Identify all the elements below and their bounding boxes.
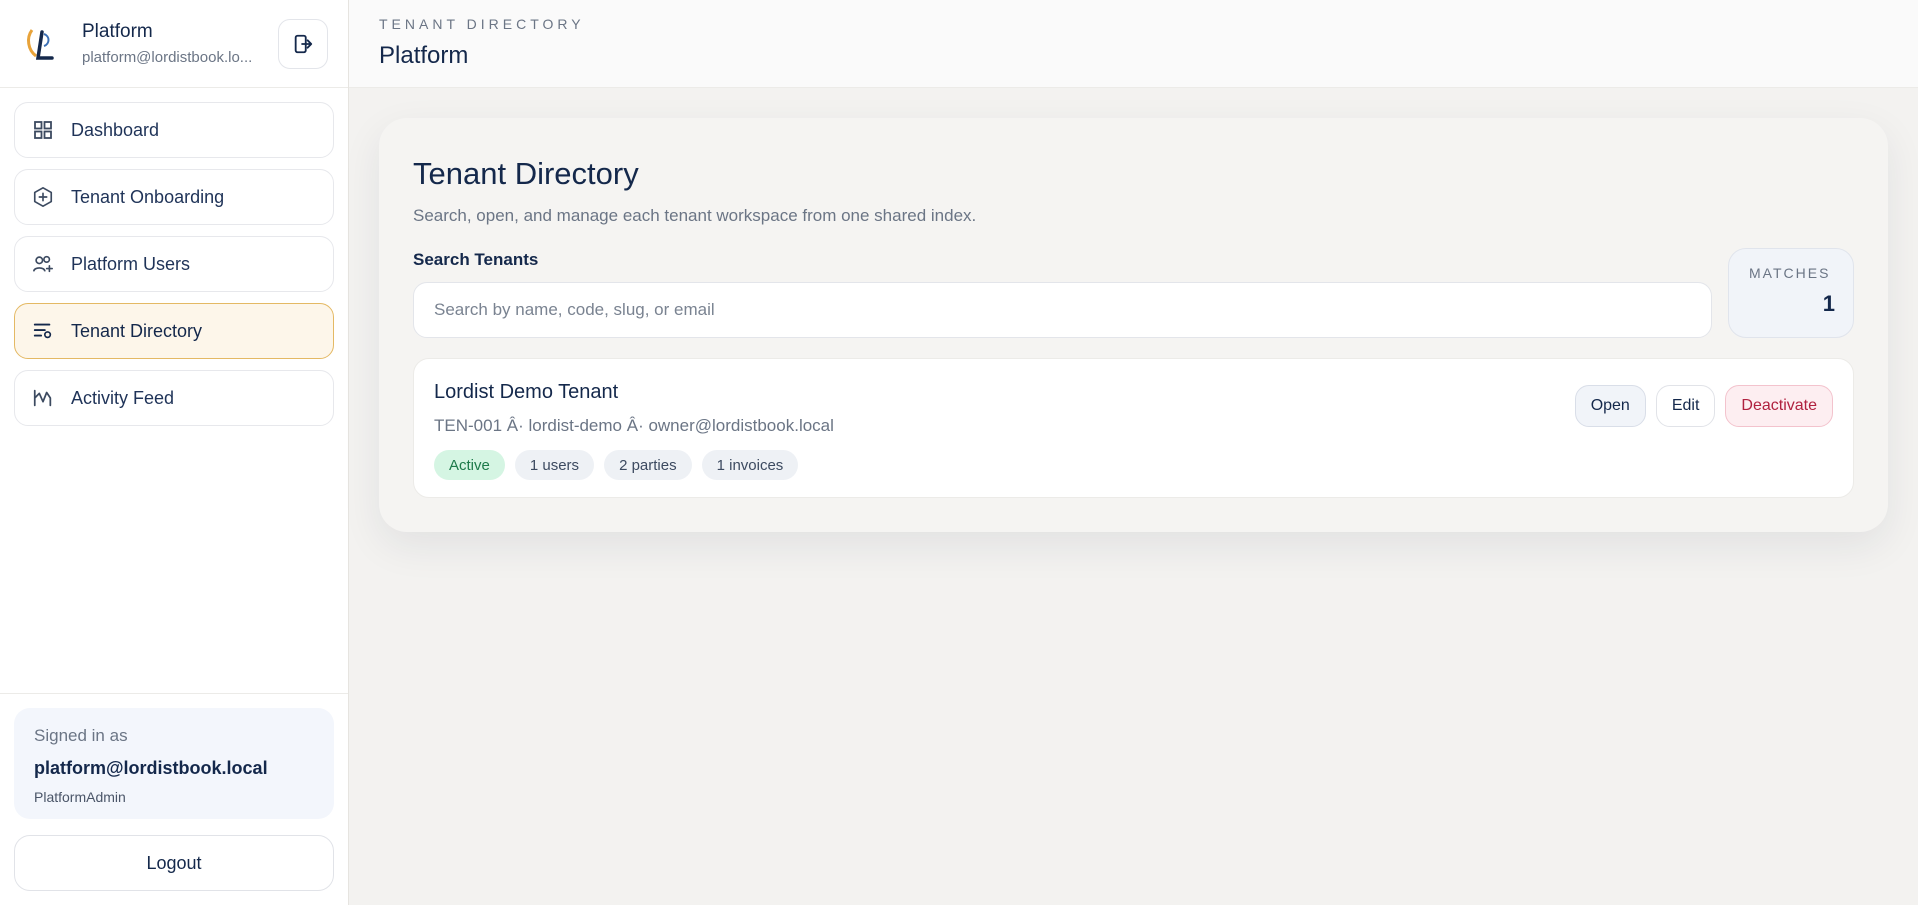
matches-counter: MATCHES 1: [1728, 248, 1854, 338]
sidebar-item-label: Dashboard: [71, 119, 160, 140]
activity-icon: [32, 387, 54, 409]
sidebar-item-label: Tenant Directory: [71, 320, 203, 341]
sidebar-item-platform-users[interactable]: Platform Users: [14, 236, 334, 292]
users-plus-icon: [32, 253, 54, 275]
parties-count-badge: 2 parties: [604, 450, 692, 480]
search-label: Search Tenants: [413, 250, 539, 269]
users-count-badge: 1 users: [514, 450, 595, 480]
signed-in-email: platform@lordistbook.local: [34, 758, 268, 778]
hexagon-plus-icon: [32, 186, 54, 208]
brand-name: Platform: [82, 21, 153, 42]
topbar-title: Platform: [379, 42, 469, 69]
signed-in-label: Signed in as: [34, 726, 128, 745]
tenant-name: Lordist Demo Tenant: [434, 381, 619, 403]
main-area: TENANT DIRECTORY Platform Tenant Directo…: [349, 0, 1918, 905]
topbar: TENANT DIRECTORY Platform: [349, 0, 1918, 88]
search-column: Search Tenants: [413, 250, 1712, 338]
tenant-actions: Open Edit Deactivate: [1574, 385, 1833, 477]
list-filter-icon: [32, 320, 54, 342]
brand-logo-icon: [20, 22, 64, 66]
tenant-meta: TEN-001 Â· lordist-demo Â· owner@lordist…: [434, 416, 834, 435]
tenant-card: Lordist Demo Tenant TEN-001 Â· lordist-d…: [413, 358, 1854, 498]
sidebar-nav: Dashboard Tenant Onboarding Platform Use…: [0, 88, 348, 426]
signed-in-role: PlatformAdmin: [34, 789, 126, 805]
page-subtitle: Search, open, and manage each tenant wor…: [413, 206, 977, 225]
tenant-tags: Active 1 users 2 parties 1 invoices: [434, 450, 1575, 480]
sidebar-item-dashboard[interactable]: Dashboard: [14, 102, 334, 158]
switch-workspace-button[interactable]: [278, 18, 328, 69]
topbar-eyebrow: TENANT DIRECTORY: [379, 16, 585, 32]
brand-email: platform@lordistbook.lo...: [82, 49, 253, 66]
edit-tenant-button[interactable]: Edit: [1655, 385, 1716, 427]
sidebar-item-activity-feed[interactable]: Activity Feed: [14, 370, 334, 426]
app-root: Platform platform@lordistbook.lo... Dash…: [0, 0, 1918, 905]
grid-icon: [32, 119, 54, 141]
tenant-info: Lordist Demo Tenant TEN-001 Â· lordist-d…: [434, 381, 1575, 480]
content: Tenant Directory Search, open, and manag…: [349, 88, 1918, 532]
invoices-count-badge: 1 invoices: [701, 450, 799, 480]
deactivate-tenant-button[interactable]: Deactivate: [1725, 385, 1833, 427]
sidebar-footer: Signed in as platform@lordistbook.local …: [0, 693, 348, 905]
search-row: Search Tenants MATCHES 1: [413, 248, 1854, 338]
tenant-directory-panel: Tenant Directory Search, open, and manag…: [379, 118, 1888, 532]
signed-in-card: Signed in as platform@lordistbook.local …: [14, 708, 334, 819]
open-tenant-button[interactable]: Open: [1574, 385, 1646, 427]
search-input[interactable]: [413, 282, 1712, 338]
sidebar-item-label: Tenant Onboarding: [71, 186, 225, 207]
sidebar-item-label: Platform Users: [71, 253, 191, 274]
sidebar-item-tenant-onboarding[interactable]: Tenant Onboarding: [14, 169, 334, 225]
status-badge: Active: [434, 450, 505, 480]
sidebar: Platform platform@lordistbook.lo... Dash…: [0, 0, 349, 905]
matches-label: MATCHES: [1749, 265, 1831, 281]
matches-value: 1: [1822, 291, 1835, 316]
page-title: Tenant Directory: [413, 156, 639, 191]
sidebar-item-label: Activity Feed: [71, 387, 175, 408]
brand-header: Platform platform@lordistbook.lo...: [0, 0, 348, 88]
exit-icon: [294, 34, 313, 53]
logout-button[interactable]: Logout: [14, 835, 334, 891]
sidebar-item-tenant-directory[interactable]: Tenant Directory: [14, 303, 334, 359]
brand-text: Platform platform@lordistbook.lo...: [82, 21, 262, 66]
